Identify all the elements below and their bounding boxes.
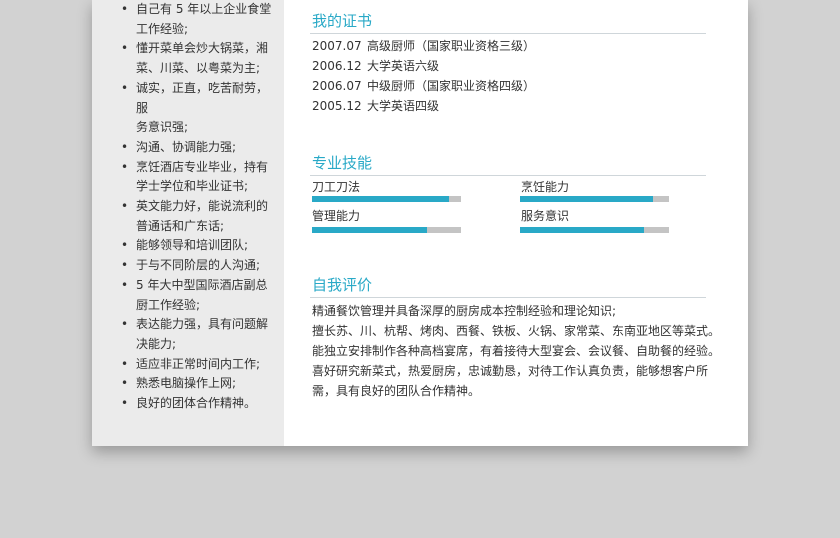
self-evaluation-title: 自我评价 [312, 276, 373, 294]
evaluation-line: 擅长苏、川、杭帮、烤肉、西餐、铁板、火锅、家常菜、东南亚地区等菜式。 [312, 324, 721, 338]
certificate-date: 2006.12 [312, 59, 362, 73]
certificate-date: 2007.07 [312, 39, 362, 53]
skill-bar-fill [520, 227, 644, 233]
evaluation-line: 精通餐饮管理并具备深厚的厨房成本控制经验和理论知识; [312, 304, 617, 318]
list-item: 沟通、协调能力强; [120, 138, 272, 158]
list-item: 自己有 5 年以上企业食堂工作经验; [120, 0, 272, 39]
certificate-date: 2005.12 [312, 99, 362, 113]
certificates-title: 我的证书 [312, 12, 373, 30]
skill-bar [312, 196, 461, 202]
list-item: 表达能力强，具有问题解决能力; [120, 315, 272, 354]
skill-label: 刀工刀法 [312, 180, 361, 194]
evaluation-line: 喜好研究新菜式，热爱厨房，忠诚勤恳，对待工作认真负责，能够想客户所 [312, 364, 709, 378]
sidebar: 自己有 5 年以上企业食堂工作经验; 懂开菜单会炒大锅菜，湘菜、川菜、以粤菜为主… [92, 0, 284, 446]
list-item: 烹饪酒店专业毕业，持有学士学位和毕业证书; [120, 158, 272, 197]
skill-bar-fill [520, 196, 653, 202]
certificate-name: 大学英语四级 [367, 99, 440, 113]
list-item: 良好的团体合作精神。 [120, 394, 272, 414]
skill-label: 管理能力 [312, 209, 361, 223]
list-item: 能够领导和培训团队; [120, 236, 272, 256]
skill-bar-fill [312, 227, 427, 233]
list-item: 诚实，正直，吃苦耐劳，服务意识强; [120, 79, 272, 138]
certificate-name: 高级厨师（国家职业资格三级） [367, 39, 536, 53]
list-item: 懂开菜单会炒大锅菜，湘菜、川菜、以粤菜为主; [120, 39, 272, 78]
certificate-row: 2006.07 中级厨师（国家职业资格四级） [312, 78, 535, 94]
self-evaluation-text: 精通餐饮管理并具备深厚的厨房成本控制经验和理论知识; 擅长苏、川、杭帮、烤肉、西… [312, 301, 721, 401]
certificate-row: 2007.07 高级厨师（国家职业资格三级） [312, 38, 535, 54]
strengths-list: 自己有 5 年以上企业食堂工作经验; 懂开菜单会炒大锅菜，湘菜、川菜、以粤菜为主… [120, 0, 272, 414]
certificates-divider [310, 33, 706, 34]
certificate-name: 中级厨师（国家职业资格四级） [367, 79, 536, 93]
list-item: 适应非正常时间内工作; [120, 355, 272, 375]
evaluation-line: 需，具有良好的团队合作精神。 [312, 384, 481, 398]
list-item: 熟悉电脑操作上网; [120, 374, 272, 394]
resume-page: 自己有 5 年以上企业食堂工作经验; 懂开菜单会炒大锅菜，湘菜、川菜、以粤菜为主… [92, 0, 748, 446]
certificate-date: 2006.07 [312, 79, 362, 93]
skill-bar [520, 227, 669, 233]
skill-bar [312, 227, 461, 233]
skill-bar [520, 196, 669, 202]
skills-divider [310, 175, 706, 176]
skill-bar-fill [312, 196, 450, 202]
skills-title: 专业技能 [312, 154, 373, 172]
list-item: 5 年大中型国际酒店副总厨工作经验; [120, 276, 272, 315]
evaluation-line: 能独立安排制作各种高档宴席，有着接待大型宴会、会议餐、自助餐的经验。 [312, 344, 721, 358]
certificate-name: 大学英语六级 [367, 59, 440, 73]
list-item: 英文能力好，能说流利的普通话和广东话; [120, 197, 272, 236]
certificate-row: 2005.12 大学英语四级 [312, 98, 439, 114]
self-evaluation-divider [310, 297, 706, 298]
skill-label: 烹饪能力 [521, 180, 570, 194]
skill-label: 服务意识 [521, 209, 570, 223]
certificate-row: 2006.12 大学英语六级 [312, 58, 439, 74]
list-item: 于与不同阶层的人沟通; [120, 256, 272, 276]
